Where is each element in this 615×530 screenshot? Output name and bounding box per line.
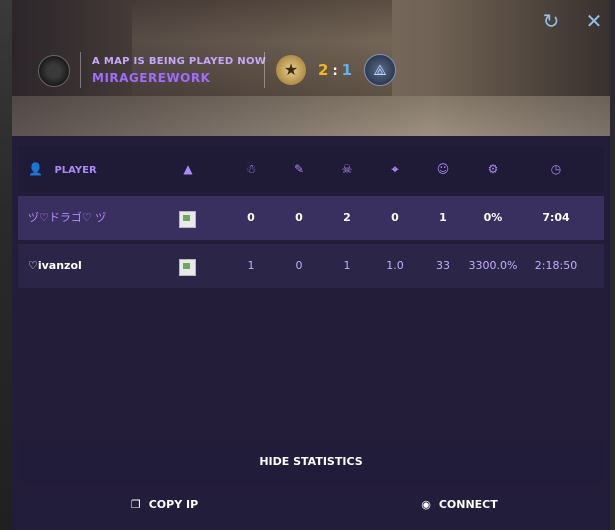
counter-terrorist-badge-icon: ⟁ — [364, 54, 396, 86]
player-name: ヅ♡ドラゴ♡ ヅ — [28, 211, 107, 224]
steam-icon: ◉ — [421, 498, 431, 511]
copy-ip-button[interactable]: ❐ COPY IP — [18, 488, 311, 530]
stat-cell: 0 — [295, 259, 303, 272]
background-right — [610, 0, 615, 530]
stat-cell: 1 — [247, 259, 255, 272]
player-name: ♡ivanzol — [28, 259, 82, 272]
crosshair-icon: ⌖ — [391, 162, 399, 176]
rank-icon: ▲ — [183, 162, 193, 176]
stat-cell: 1 — [439, 211, 447, 224]
assists-icon: ✎ — [293, 162, 305, 176]
stat-cell: 1 — [343, 259, 351, 272]
table-row[interactable]: ヅ♡ドラゴ♡ ヅ 0 0 2 0 1 0% 7:04 — [18, 196, 604, 240]
column-player: 👤 PLAYER — [28, 146, 118, 192]
stat-cell: 33 — [436, 259, 450, 272]
team-score: 2:1 — [318, 61, 352, 79]
stat-cell: 0% — [483, 211, 503, 224]
divider — [80, 52, 81, 88]
stat-cell: 0 — [295, 211, 303, 224]
server-stats-modal: ↻ ✕ A MAP IS BEING PLAYED NOW MIRAGEREWO… — [12, 0, 610, 530]
map-name: MIRAGEREWORK — [92, 71, 211, 85]
map-status-label: A MAP IS BEING PLAYED NOW — [92, 56, 267, 67]
stat-cell: 1.0 — [386, 259, 404, 272]
copy-ip-label: COPY IP — [148, 498, 199, 511]
stats-table: 👤 PLAYER ▲ ☃ ✎ ☠ ⌖ ☺ ⚙ ◷ ヅ♡ドラゴ♡ ヅ 0 0 2 … — [18, 146, 604, 288]
hide-statistics-button[interactable]: HIDE STATISTICS — [18, 440, 604, 484]
stat-cell: 2 — [343, 211, 351, 224]
background-left — [0, 0, 12, 530]
stat-cell: 2:18:50 — [534, 259, 578, 272]
stat-cell: 3300.0% — [468, 259, 518, 272]
avatar — [38, 55, 70, 87]
country-flag-icon — [179, 259, 196, 276]
percent-icon: ⚙ — [487, 162, 499, 176]
copy-icon: ❐ — [130, 498, 141, 511]
score-t: 2 — [318, 61, 329, 79]
stat-cell: 0 — [247, 211, 255, 224]
divider — [264, 52, 265, 88]
connect-label: CONNECT — [438, 498, 498, 511]
kills-icon: ☃ — [245, 162, 257, 176]
stat-cell: 7:04 — [542, 211, 570, 224]
player-icon: 👤 — [28, 162, 43, 176]
table-row[interactable]: ♡ivanzol 1 0 1 1.0 33 3300.0% 2:18:50 — [18, 244, 604, 288]
country-flag-icon — [179, 211, 196, 228]
table-header: 👤 PLAYER ▲ ☃ ✎ ☠ ⌖ ☺ ⚙ ◷ — [18, 146, 604, 192]
deaths-icon: ☠ — [341, 162, 353, 176]
column-player-label: PLAYER — [54, 165, 97, 176]
score-separator: : — [332, 64, 338, 79]
clock-icon: ◷ — [550, 162, 562, 176]
connect-button[interactable]: ◉ CONNECT — [315, 488, 604, 530]
terrorist-badge-icon: ★ — [276, 55, 306, 85]
headshot-icon: ☺ — [436, 162, 450, 176]
stat-cell: 0 — [391, 211, 399, 224]
banner-overlay — [12, 0, 610, 136]
refresh-icon[interactable]: ↻ — [540, 10, 562, 32]
close-icon[interactable]: ✕ — [583, 10, 605, 32]
score-ct: 1 — [341, 61, 353, 79]
map-banner: ↻ ✕ A MAP IS BEING PLAYED NOW MIRAGEREWO… — [12, 0, 610, 136]
